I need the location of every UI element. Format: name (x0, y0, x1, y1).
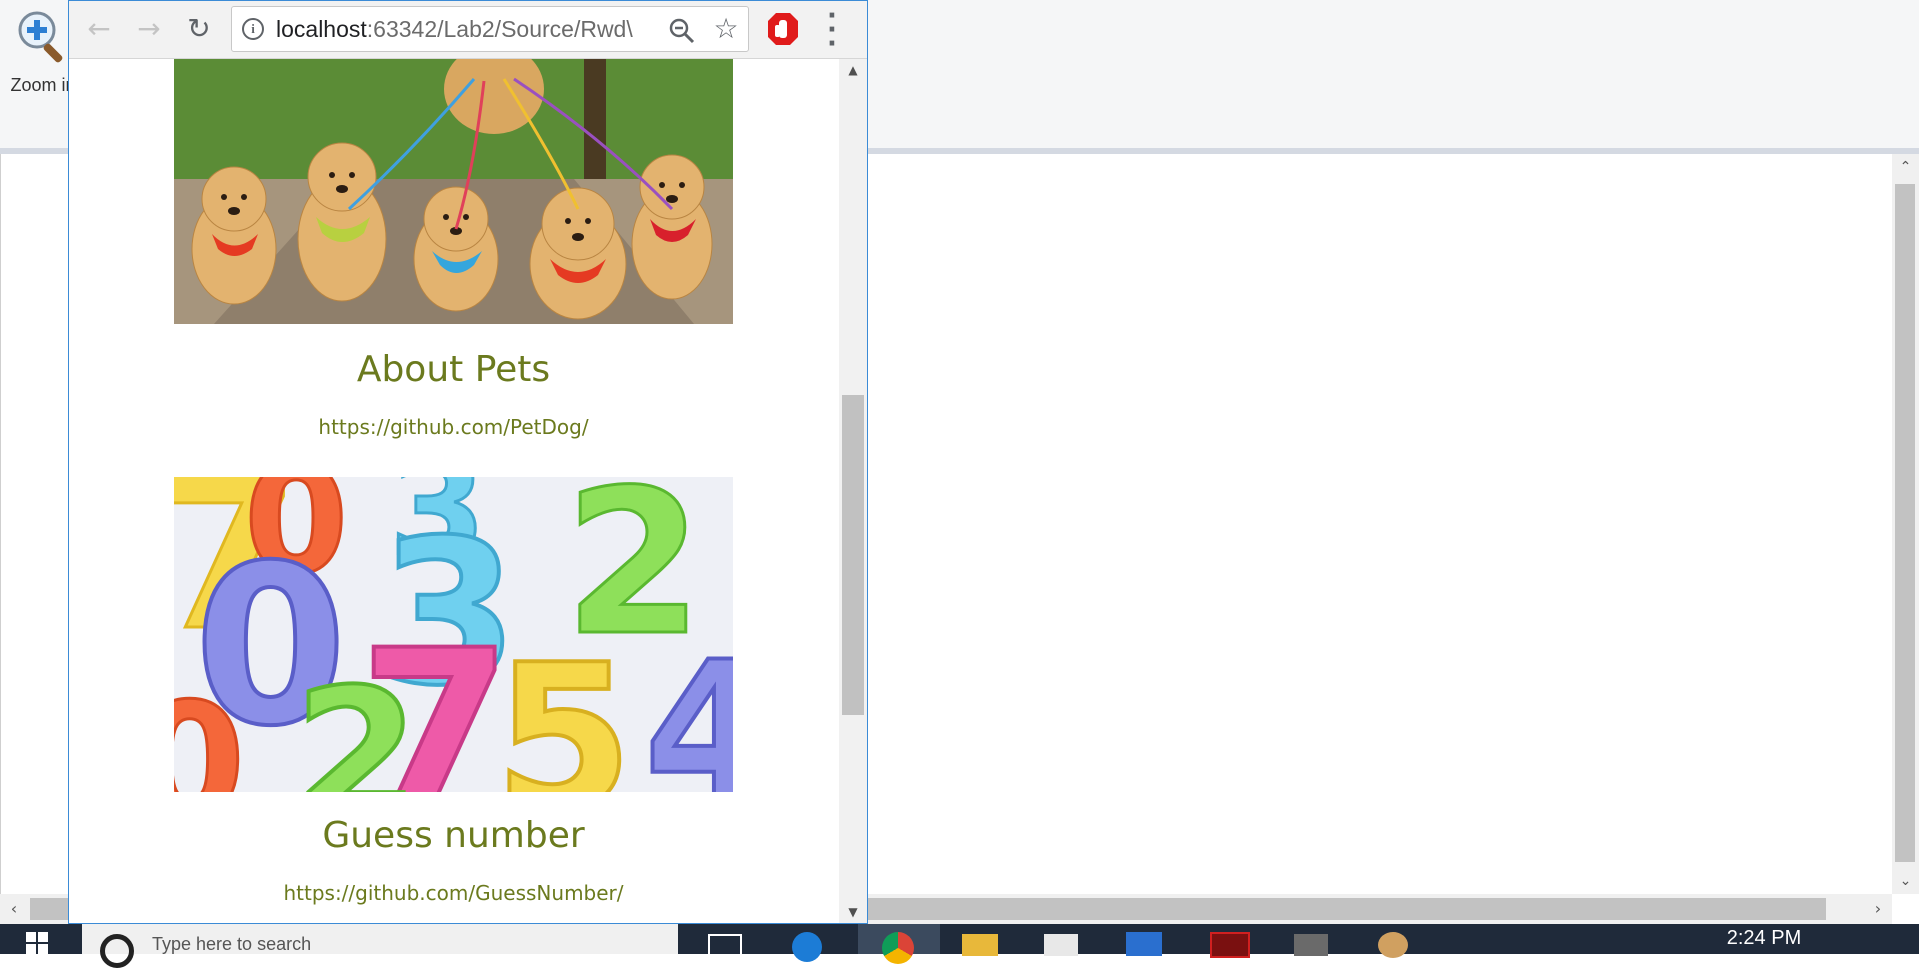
more-menu-button[interactable]: · · · (817, 3, 847, 57)
chrome-taskbar-button[interactable] (858, 924, 940, 964)
scroll-thumb[interactable] (842, 395, 864, 715)
app-icon[interactable] (1294, 934, 1328, 956)
site-info-icon[interactable]: i (242, 18, 264, 40)
scroll-down-icon[interactable]: ▼ (839, 901, 867, 923)
svg-text:2: 2 (294, 651, 419, 792)
scroll-up-icon[interactable]: ⌃ (1892, 154, 1919, 180)
svg-text:0: 0 (174, 668, 245, 792)
puppies-photo (174, 59, 733, 324)
svg-text:4: 4 (644, 621, 733, 792)
taskbar-clock[interactable]: 2:24 PM (1716, 926, 1812, 954)
background-vertical-scrollbar[interactable]: ⌃ ⌄ (1892, 154, 1919, 894)
browser-window: ← → ↻ i localhost:63342/Lab2/Source/Rwd\… (68, 0, 868, 924)
project-link[interactable]: https://github.com/PetDog/ (174, 415, 733, 439)
webstorm-icon[interactable] (1126, 932, 1162, 956)
scroll-down-icon[interactable]: ⌄ (1892, 868, 1919, 894)
project-title: Guess number (322, 815, 585, 856)
page-vertical-scrollbar[interactable]: ▲ ▼ (839, 59, 867, 923)
edge-browser-icon[interactable] (792, 932, 822, 962)
colorful-numbers-photo: 7 0 3 2 0 3 7 5 2 4 0 (174, 477, 733, 792)
task-view-icon[interactable] (708, 934, 742, 958)
taskbar-search-box[interactable]: Type here to search (82, 924, 678, 968)
address-bar[interactable]: i localhost:63342/Lab2/Source/Rwd\ ☆ (231, 6, 749, 52)
zoom-out-icon[interactable] (668, 17, 696, 45)
ad-block-extension-icon[interactable] (766, 11, 800, 47)
browser-toolbar: ← → ↻ i localhost:63342/Lab2/Source/Rwd\… (69, 1, 867, 59)
back-button[interactable]: ← (79, 9, 119, 49)
svg-text:5: 5 (494, 622, 633, 792)
search-placeholder: Type here to search (152, 934, 312, 954)
acrobat-icon[interactable] (1210, 932, 1250, 958)
store-icon[interactable] (1044, 934, 1078, 956)
cortana-icon (100, 934, 134, 968)
reload-button[interactable]: ↻ (179, 9, 219, 49)
chrome-icon (882, 932, 914, 964)
url-host: localhost (276, 16, 367, 42)
windows-start-icon[interactable] (26, 932, 48, 954)
bookmark-star-icon[interactable]: ☆ (710, 9, 742, 49)
url-text[interactable]: localhost:63342/Lab2/Source/Rwd\ (276, 7, 658, 51)
taskbar: Type here to search 2:24 PM (0, 924, 1919, 968)
scroll-thumb[interactable] (1895, 184, 1915, 862)
paint-icon[interactable] (1378, 932, 1408, 958)
scroll-left-icon[interactable]: ‹ (0, 894, 28, 924)
scroll-up-icon[interactable]: ▲ (839, 59, 867, 81)
file-explorer-icon[interactable] (962, 934, 998, 956)
url-path: :63342/Lab2/Source/Rwd\ (366, 16, 633, 42)
scroll-right-icon[interactable]: › (1864, 894, 1892, 924)
forward-button[interactable]: → (129, 9, 169, 49)
page-viewport: About Pets https://github.com/PetDog/ 7 … (69, 59, 839, 923)
project-link[interactable]: https://github.com/GuessNumber/ (174, 881, 733, 905)
zoom-in-icon (18, 11, 63, 63)
project-title: About Pets (356, 349, 551, 390)
